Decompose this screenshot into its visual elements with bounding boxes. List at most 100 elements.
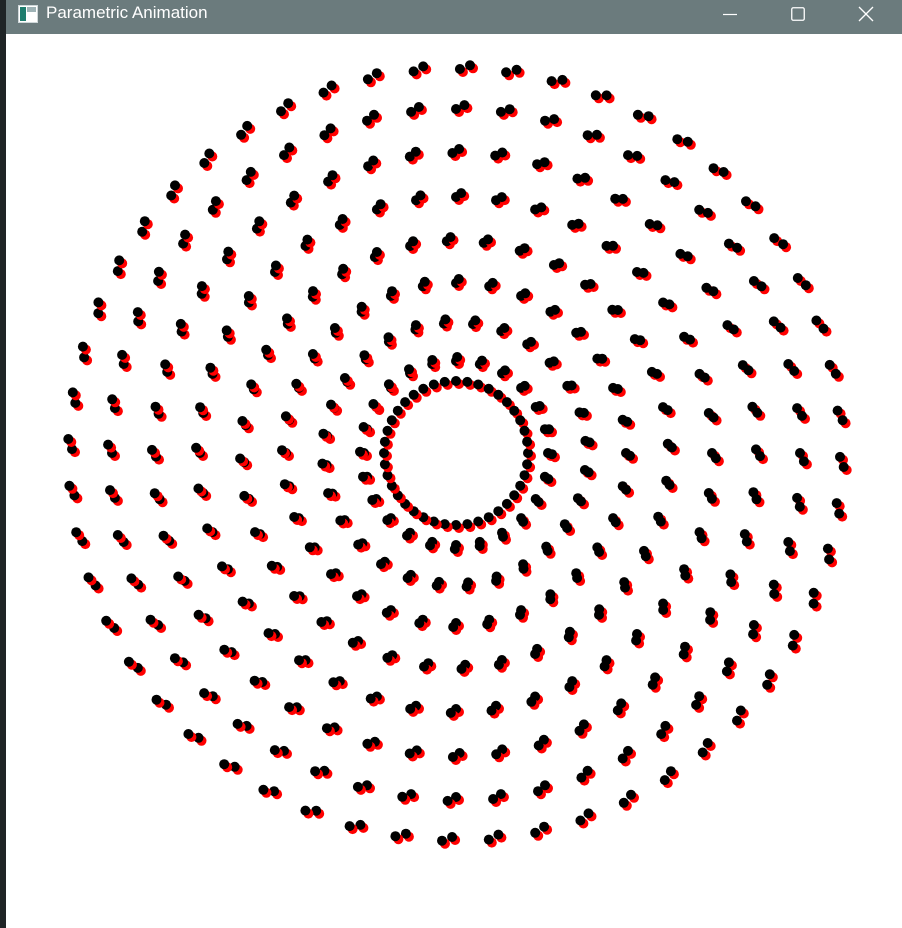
particle <box>339 373 353 386</box>
particle <box>123 656 137 670</box>
particle <box>837 415 851 429</box>
particle <box>669 177 683 191</box>
particle <box>652 368 665 382</box>
particle <box>696 533 710 547</box>
particle <box>710 453 724 467</box>
particle <box>219 644 233 658</box>
particle <box>666 442 680 456</box>
particle <box>358 422 372 435</box>
particle <box>101 615 115 629</box>
particle <box>126 573 140 587</box>
maximize-icon <box>791 7 805 21</box>
particle <box>258 784 272 798</box>
particle <box>291 378 305 392</box>
particle <box>594 547 608 560</box>
app-window-icon <box>18 5 38 23</box>
particle <box>662 405 676 419</box>
close-button[interactable] <box>832 0 900 28</box>
particle <box>199 688 213 702</box>
particle <box>576 496 589 510</box>
particle <box>191 442 205 456</box>
particle <box>610 517 624 531</box>
particle <box>277 445 290 459</box>
particle <box>798 456 812 470</box>
particle <box>838 462 852 475</box>
particle <box>145 614 159 628</box>
particle <box>546 76 560 90</box>
particle <box>77 341 91 355</box>
particle <box>708 412 722 426</box>
particle <box>67 387 81 401</box>
particle <box>300 805 314 819</box>
particle <box>655 516 669 530</box>
particle <box>732 242 746 256</box>
particle <box>682 136 696 150</box>
particle <box>543 474 557 487</box>
particle <box>280 411 294 425</box>
animation-canvas[interactable] <box>6 34 902 928</box>
particle <box>533 497 547 510</box>
particle <box>112 530 126 543</box>
particle <box>64 480 78 494</box>
particle <box>708 286 722 300</box>
particle <box>622 416 636 430</box>
particle <box>217 561 230 575</box>
particle <box>150 401 164 415</box>
particle <box>237 416 251 429</box>
particle <box>205 362 219 376</box>
particle <box>279 479 293 493</box>
particle <box>756 281 770 295</box>
particle <box>169 653 183 667</box>
particle <box>195 402 209 416</box>
particle <box>743 365 757 379</box>
particle <box>625 450 638 464</box>
particle <box>643 111 657 125</box>
close-icon <box>858 6 874 22</box>
particle <box>379 459 393 473</box>
particle <box>808 598 822 612</box>
particle <box>318 428 332 442</box>
particle <box>235 453 249 467</box>
particle <box>105 485 118 499</box>
particle <box>193 609 207 623</box>
particle <box>621 484 635 498</box>
particle <box>789 366 803 379</box>
particle <box>149 488 163 502</box>
particle <box>830 368 844 382</box>
maximize-button[interactable] <box>764 0 832 28</box>
particle <box>355 819 369 833</box>
particle <box>752 407 766 421</box>
particle <box>685 334 698 348</box>
particle <box>103 439 117 453</box>
particle <box>518 516 532 530</box>
particle <box>818 323 832 337</box>
particle <box>151 694 165 708</box>
particle <box>718 167 732 180</box>
particle <box>824 554 838 568</box>
app-window: Parametric Animation <box>6 0 902 928</box>
minimize-button[interactable] <box>696 0 764 28</box>
particle <box>755 451 768 465</box>
particle <box>307 349 321 362</box>
particle <box>219 759 233 773</box>
particle <box>784 546 798 560</box>
particle <box>557 74 571 88</box>
particle <box>800 280 814 294</box>
particle <box>451 376 464 389</box>
particle <box>728 324 742 338</box>
particle <box>368 399 382 412</box>
particle <box>239 490 253 504</box>
particle <box>562 523 576 536</box>
particle <box>751 494 765 508</box>
particle-field <box>63 60 852 849</box>
particle <box>797 410 810 424</box>
particle <box>107 394 121 408</box>
particle <box>699 372 713 386</box>
particle <box>451 520 464 533</box>
particle <box>71 527 85 541</box>
particle <box>117 349 131 363</box>
minimize-icon <box>723 7 737 21</box>
title-bar[interactable]: Parametric Animation <box>6 0 902 34</box>
particle <box>158 530 172 544</box>
window-title: Parametric Animation <box>46 3 208 22</box>
